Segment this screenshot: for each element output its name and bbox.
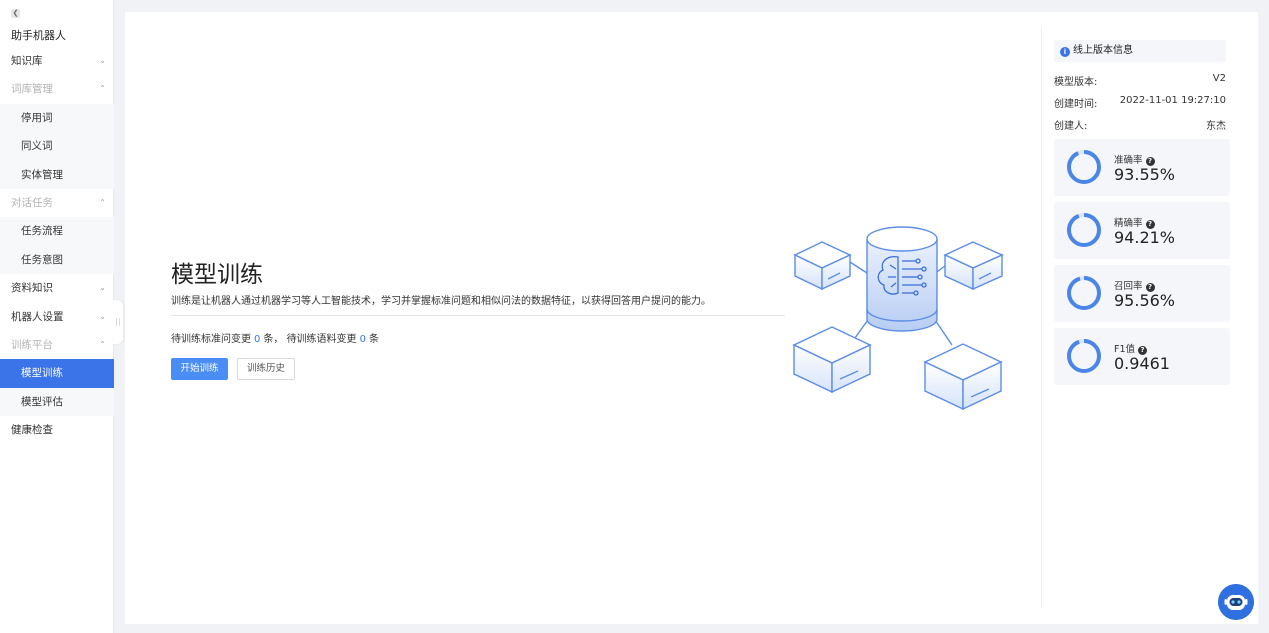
metric-card: F1值? 0.9461 [1054,328,1230,385]
info-row-creator: 创建人: 东杰 [1054,117,1226,132]
training-history-button[interactable]: 训练历史 [237,358,295,380]
sidebar-item-label: 停用词 [21,111,53,124]
metric-progress-arc [1067,339,1101,373]
pending-changes: 待训练标准问变更 0 条， 待训练语料变更 0 条 [171,330,379,345]
info-value: 东杰 [1206,121,1226,132]
sidebar-item[interactable]: 同义词 [0,132,114,161]
sidebar-item[interactable]: 训练平台 ⌃ [0,331,114,359]
metric-card: 准确率? 93.55% [1054,139,1230,196]
info-header: i 线上版本信息 [1054,40,1226,62]
sidebar-item-label: 训练平台 [11,338,53,351]
info-row-version: 模型版本: V2 [1054,73,1226,88]
sidebar-item-label: 模型评估 [21,395,63,408]
metric-value: 93.55% [1114,165,1176,184]
sidebar-item[interactable]: 模型评估 [0,387,114,417]
metric-card: 召回率? 95.56% [1054,265,1230,322]
sidebar-item[interactable]: 机器人设置 ⌄ [0,303,114,331]
chevron-up-icon: ⌃ [99,84,106,94]
sidebar-item[interactable]: 实体管理 [0,160,114,189]
sidebar-item-label: 健康检查 [11,424,53,437]
chevron-down-icon: ⌄ [99,311,106,321]
pending-corpus-label: 待训练语料变更 [286,334,357,345]
sidebar-item[interactable]: 对话任务 ⌃ [0,189,114,217]
sidebar-item[interactable]: 词库管理 ⌃ [0,75,114,103]
sidebar-item-label: 任务流程 [21,225,63,238]
sidebar-item[interactable]: 任务意图 [0,245,114,275]
metric-progress-arc [1067,150,1101,184]
online-version-panel: i 线上版本信息 模型版本: V2 创建时间: 2022-11-01 19:27:… [1041,28,1231,608]
metric-label: 召回率? [1114,278,1155,292]
sidebar-item-label: 任务意图 [21,253,63,266]
metric-progress-arc [1067,213,1101,247]
divider [171,315,785,316]
start-training-button[interactable]: 开始训练 [171,358,228,380]
info-value: V2 [1212,73,1226,84]
sidebar-item[interactable]: 停用词 [0,103,114,133]
main-content: 模型训练 训练是让机器人通过机器学习等人工智能技术，学习并掌握标准问题和相似问法… [125,12,1258,624]
pending-corpus-count: 0 [359,334,366,345]
chevron-down-icon: ⌄ [99,56,106,65]
info-label: 模型版本: [1054,77,1098,88]
page-description: 训练是让机器人通过机器学习等人工智能技术，学习并掌握标准问题和相似问法的数据特征… [171,296,711,307]
pending-standard-label: 待训练标准问变更 [171,334,251,345]
pending-corpus-unit: 条 [368,334,379,345]
sidebar-item[interactable]: 资料知识 ⌄ [0,274,114,302]
metric-label: 精确率? [1114,215,1155,229]
metric-value: 0.9461 [1114,354,1170,373]
metric-progress-ring [1067,276,1101,310]
info-label: 创建时间: [1054,99,1098,110]
metric-label: F1值? [1114,341,1148,355]
sidebar-item[interactable]: 任务流程 [0,217,114,246]
metric-value: 94.21% [1114,228,1176,247]
metric-card: 精确率? 94.21% [1054,202,1230,259]
sidebar-menu: 知识库 ⌄ 词库管理 ⌃ 停用词 同义词 实体管理 对话任务 ⌃ 任务流程 任务意图 资料知识 ⌄ 机器人… [0,47,114,444]
ai-network-illustration [792,226,1004,411]
info-value: 2022-11-01 19:27:10 [1119,95,1226,106]
sidebar-item-label: 资料知识 [11,282,53,295]
metric-label: 准确率? [1114,152,1155,166]
sidebar-item[interactable]: 知识库 ⌄ [0,47,114,75]
sidebar-item-label: 模型训练 [21,367,63,380]
sidebar: ❮ 助手机器人 知识库 ⌄ 词库管理 ⌃ 停用词同义词实体管理对话任务 ⌃ 任务流程任务意图… [0,0,114,633]
chevron-left-icon[interactable]: ❮ [11,9,20,18]
info-icon: i [1060,47,1070,57]
metric-value: 95.56% [1114,291,1176,310]
sidebar-item-label: 机器人设置 [11,310,64,323]
sidebar-item-label: 同义词 [21,140,53,153]
chevron-down-icon: ⌄ [99,283,106,293]
chevron-up-icon: ⌃ [99,197,106,207]
page-title: 模型训练 [171,262,263,288]
sidebar-item-label: 词库管理 [11,83,53,96]
sidebar-item[interactable]: 健康检查 [0,416,114,444]
robot-assistant-icon[interactable] [1218,584,1254,620]
sidebar-item-label: 实体管理 [21,168,63,181]
pending-standard-count: 0 [254,334,261,345]
info-row-created-time: 创建时间: 2022-11-01 19:27:10 [1054,95,1226,110]
app-title: 助手机器人 [11,29,66,42]
sidebar-item-label: 知识库 [11,55,43,67]
sidebar-item-label: 对话任务 [11,196,53,209]
metric-progress-ring [1067,213,1101,247]
chevron-up-icon: ⌃ [99,339,106,349]
info-label: 创建人: [1054,121,1088,132]
sidebar-resize-handle[interactable]: || [113,300,123,344]
metric-progress-ring [1067,339,1101,373]
metric-progress-arc [1067,276,1101,310]
metric-progress-ring [1067,150,1101,184]
sidebar-item[interactable]: 模型训练 [0,359,114,388]
info-header-title: 线上版本信息 [1073,45,1133,56]
pending-standard-unit: 条， [263,334,284,345]
